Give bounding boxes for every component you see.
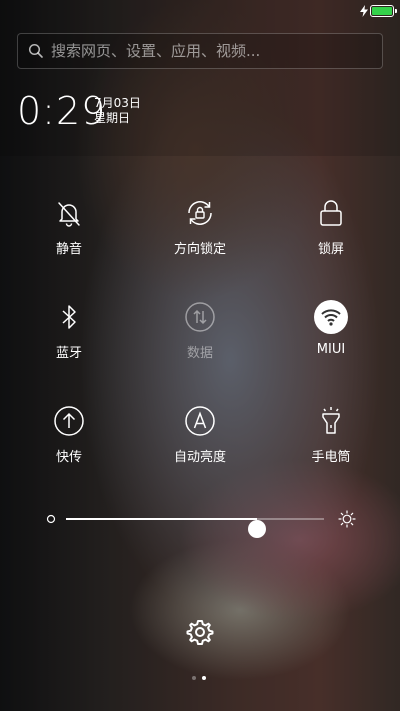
brightness-track[interactable]	[66, 518, 324, 538]
tile-label: 蓝牙	[55, 346, 82, 361]
tile-label: MIUI	[316, 342, 346, 357]
tile-rotation-lock[interactable]: 方向锁定	[145, 190, 255, 270]
auto-brightness-icon	[185, 406, 215, 436]
battery-icon	[370, 5, 397, 17]
bluetooth-icon	[62, 305, 76, 329]
search-input[interactable]: 搜索网页、设置、应用、视频...	[51, 34, 260, 68]
tile-label: 静音	[55, 242, 82, 257]
search-icon	[28, 43, 43, 58]
tile-label: 自动亮度	[173, 450, 226, 465]
page-dot	[192, 676, 196, 680]
gear-icon[interactable]	[186, 618, 214, 646]
brightness-thumb[interactable]	[247, 520, 266, 538]
tile-auto-brightness[interactable]: 自动亮度	[145, 398, 255, 478]
rotation-lock-icon	[188, 201, 212, 225]
date-block[interactable]: 7月03日 星期日	[94, 96, 141, 126]
tile-label: 方向锁定	[173, 242, 226, 257]
quick-transfer-icon	[54, 406, 84, 436]
search-bar[interactable]: 搜索网页、设置、应用、视频...	[17, 33, 383, 69]
charging-icon	[360, 5, 368, 17]
tile-mobile-data[interactable]: 数据	[145, 294, 255, 374]
bell-off-icon	[58, 202, 80, 227]
tile-mute[interactable]: 静音	[14, 190, 124, 270]
brightness-high-icon	[338, 510, 356, 528]
tile-wifi[interactable]: MIUI	[276, 294, 386, 374]
tile-label: 数据	[186, 346, 213, 361]
clock-time[interactable]: 0:29	[17, 86, 106, 136]
tile-label: 锁屏	[317, 242, 344, 257]
tile-label: 快传	[55, 450, 82, 465]
brightness-slider[interactable]	[46, 508, 356, 538]
weekday-label: 星期日	[94, 111, 131, 125]
tile-quick-transfer[interactable]: 快传	[14, 398, 124, 478]
wifi-icon	[314, 300, 348, 334]
lock-icon	[320, 200, 342, 226]
mobile-data-icon	[185, 302, 215, 332]
brightness-fill	[66, 518, 257, 520]
tile-flashlight[interactable]: 手电筒	[276, 398, 386, 478]
tile-bluetooth[interactable]: 蓝牙	[14, 294, 124, 374]
brightness-low-icon	[46, 514, 56, 524]
date-label: 7月03日	[94, 96, 141, 110]
status-bar	[0, 0, 400, 24]
quick-settings-screen: 搜索网页、设置、应用、视频... 0:29 7月03日 星期日 静音 方向锁定 …	[0, 0, 400, 711]
tile-label: 手电筒	[311, 450, 351, 465]
flashlight-icon	[322, 407, 340, 434]
tile-lock-screen[interactable]: 锁屏	[276, 190, 386, 270]
page-indicator	[192, 676, 208, 682]
battery-fill	[372, 7, 392, 15]
page-dot-active	[202, 676, 206, 680]
